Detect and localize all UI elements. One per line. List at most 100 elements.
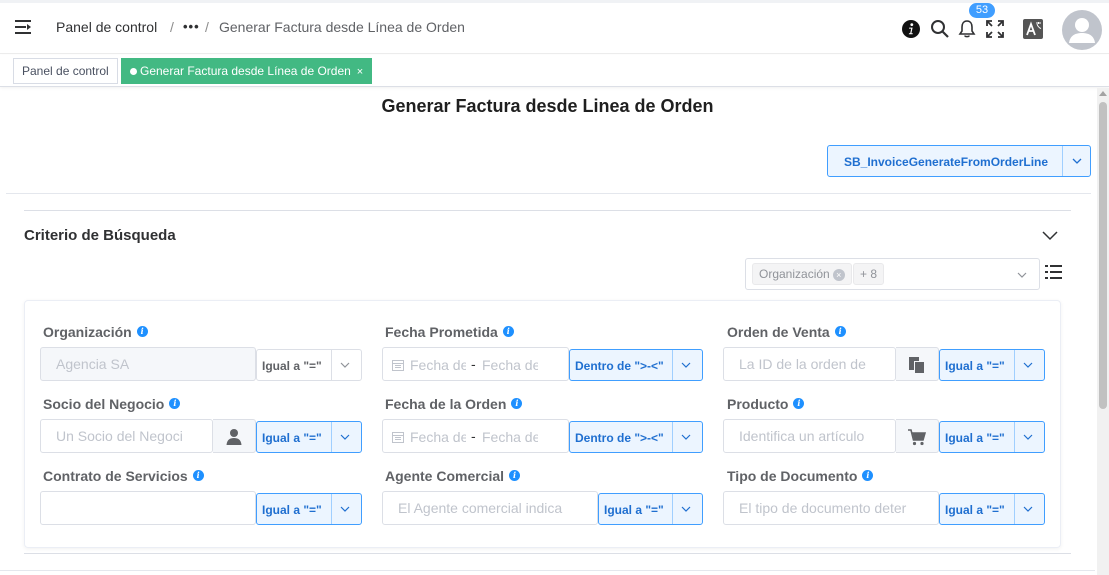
promised-date-range[interactable]: Fecha de - Fecha de <box>382 347 569 381</box>
divider <box>1014 350 1015 380</box>
info-icon[interactable]: i <box>502 326 514 337</box>
breadcrumb-current: Generar Factura desde Línea de Orden <box>219 19 465 35</box>
scrollbar-thumb[interactable] <box>1099 102 1107 409</box>
divider <box>672 494 673 524</box>
chevron-down-icon[interactable] <box>1017 270 1027 280</box>
info-icon[interactable]: i <box>509 470 521 481</box>
business-partner-operator-select[interactable]: Igual a "=" <box>256 421 362 453</box>
page-title: Generar Factura desde Linea de Orden <box>381 96 714 116</box>
chevron-down-icon[interactable] <box>1023 504 1033 514</box>
scroll-up-arrow-icon[interactable] <box>1099 91 1107 96</box>
divider <box>24 210 1071 211</box>
fullscreen-icon[interactable] <box>985 19 1005 39</box>
operator-label: Igual a "=" <box>604 503 664 517</box>
shopping-cart-icon <box>908 429 926 446</box>
chevron-down-icon[interactable] <box>681 360 691 370</box>
notification-badge: 53 <box>969 3 995 18</box>
organization-operator-select[interactable]: Igual a "=" <box>256 349 362 381</box>
service-contract-input[interactable] <box>40 491 256 525</box>
breadcrumb-separator: / <box>170 19 174 35</box>
search-criteria-title[interactable]: Criterio de Búsqueda <box>24 227 176 244</box>
list-icon[interactable] <box>1045 264 1062 281</box>
operator-label: Igual a "=" <box>945 431 1005 445</box>
business-partner-input[interactable] <box>40 419 213 453</box>
chevron-down-icon[interactable] <box>681 432 691 442</box>
tag-close-icon[interactable]: × <box>832 269 845 281</box>
user-avatar[interactable] <box>1062 10 1102 50</box>
organization-input[interactable] <box>40 347 256 381</box>
info-icon[interactable]: i <box>136 326 148 337</box>
divider <box>6 193 1091 194</box>
tab-generar-factura[interactable]: Generar Factura desde Línea de Orden × <box>121 58 373 84</box>
tab-close-icon[interactable]: × <box>357 66 363 78</box>
chevron-down-icon[interactable] <box>1023 360 1033 370</box>
field-tag-label: Organización <box>759 267 830 281</box>
product-lookup-button[interactable] <box>896 419 939 453</box>
tab-label: Generar Factura desde Línea de Orden <box>140 64 351 78</box>
operator-label: Igual a "=" <box>262 431 322 445</box>
start-date-placeholder[interactable]: Fecha de <box>410 429 466 445</box>
chevron-down-icon[interactable] <box>1023 432 1033 442</box>
product-input[interactable] <box>723 419 896 453</box>
operator-label: Igual a "=" <box>945 503 1005 517</box>
process-select-button[interactable]: SB_InvoiceGenerateFromOrderLine <box>827 145 1091 177</box>
order-date-range[interactable]: Fecha de - Fecha de <box>382 419 569 453</box>
document-type-input[interactable] <box>723 491 939 525</box>
info-icon[interactable]: i <box>169 398 181 409</box>
info-icon[interactable]: i <box>834 326 846 337</box>
chevron-down-icon[interactable] <box>1041 229 1059 243</box>
tab-panel-de-control[interactable]: Panel de control <box>13 58 118 84</box>
divider <box>0 570 1095 571</box>
divider <box>1014 494 1015 524</box>
divider <box>672 350 673 380</box>
divider <box>331 494 332 524</box>
breadcrumb-ellipsis[interactable]: ••• <box>183 19 200 34</box>
breadcrumb-home[interactable]: Panel de control <box>56 19 157 35</box>
info-icon[interactable]: i <box>511 398 523 409</box>
divider <box>24 553 1071 554</box>
menu-toggle-icon[interactable] <box>14 18 32 36</box>
process-button-label: SB_InvoiceGenerateFromOrderLine <box>844 155 1049 169</box>
end-date-placeholder[interactable]: Fecha de <box>482 357 538 373</box>
label-organizacion: Organización i <box>43 324 148 340</box>
label-orden-de-venta: Orden de Venta i <box>727 324 846 340</box>
label-socio-del-negocio: Socio del Negocio i <box>43 396 181 412</box>
sales-agent-operator-select[interactable]: Igual a "=" <box>598 493 703 525</box>
chevron-down-icon[interactable] <box>340 432 350 442</box>
info-icon[interactable]: i <box>862 470 874 481</box>
order-date-operator-select[interactable]: Dentro de ">-<" <box>569 421 703 453</box>
sales-order-operator-select[interactable]: Igual a "=" <box>939 349 1045 381</box>
service-contract-operator-select[interactable]: Igual a "=" <box>256 493 362 525</box>
operator-label: Dentro de ">-<" <box>575 431 664 445</box>
search-fields-select[interactable]: Organización × + 8 <box>745 258 1040 290</box>
chevron-down-icon[interactable] <box>1072 156 1082 166</box>
vertical-scrollbar[interactable] <box>1097 88 1109 575</box>
label-producto: Producto i <box>727 396 805 412</box>
business-partner-lookup-button[interactable] <box>213 419 256 453</box>
document-type-operator-select[interactable]: Igual a "=" <box>939 493 1045 525</box>
chevron-down-icon[interactable] <box>681 504 691 514</box>
info-icon[interactable]: i <box>793 398 805 409</box>
end-date-placeholder[interactable]: Fecha de <box>482 429 538 445</box>
operator-label: Igual a "=" <box>262 359 322 373</box>
sales-agent-input[interactable] <box>382 491 598 525</box>
chevron-down-icon[interactable] <box>340 504 350 514</box>
info-icon[interactable]: i <box>192 470 204 481</box>
divider <box>1062 146 1063 176</box>
top-navbar: Panel de control / ••• / Generar Factura… <box>0 0 1109 54</box>
label-tipo-de-documento: Tipo de Documento i <box>727 468 874 484</box>
operator-label: Igual a "=" <box>945 359 1005 373</box>
divider <box>331 422 332 452</box>
start-date-placeholder[interactable]: Fecha de <box>410 357 466 373</box>
promised-date-operator-select[interactable]: Dentro de ">-<" <box>569 349 703 381</box>
bell-icon[interactable] <box>957 19 977 39</box>
search-icon[interactable] <box>930 19 950 39</box>
sales-order-lookup-button[interactable] <box>896 347 939 381</box>
info-icon[interactable] <box>902 20 920 38</box>
translate-icon[interactable] <box>1023 19 1043 39</box>
product-operator-select[interactable]: Igual a "=" <box>939 421 1045 453</box>
chevron-down-icon[interactable] <box>340 360 350 370</box>
sales-order-input[interactable] <box>723 347 896 381</box>
operator-label: Dentro de ">-<" <box>575 359 664 373</box>
documents-icon <box>909 357 925 374</box>
